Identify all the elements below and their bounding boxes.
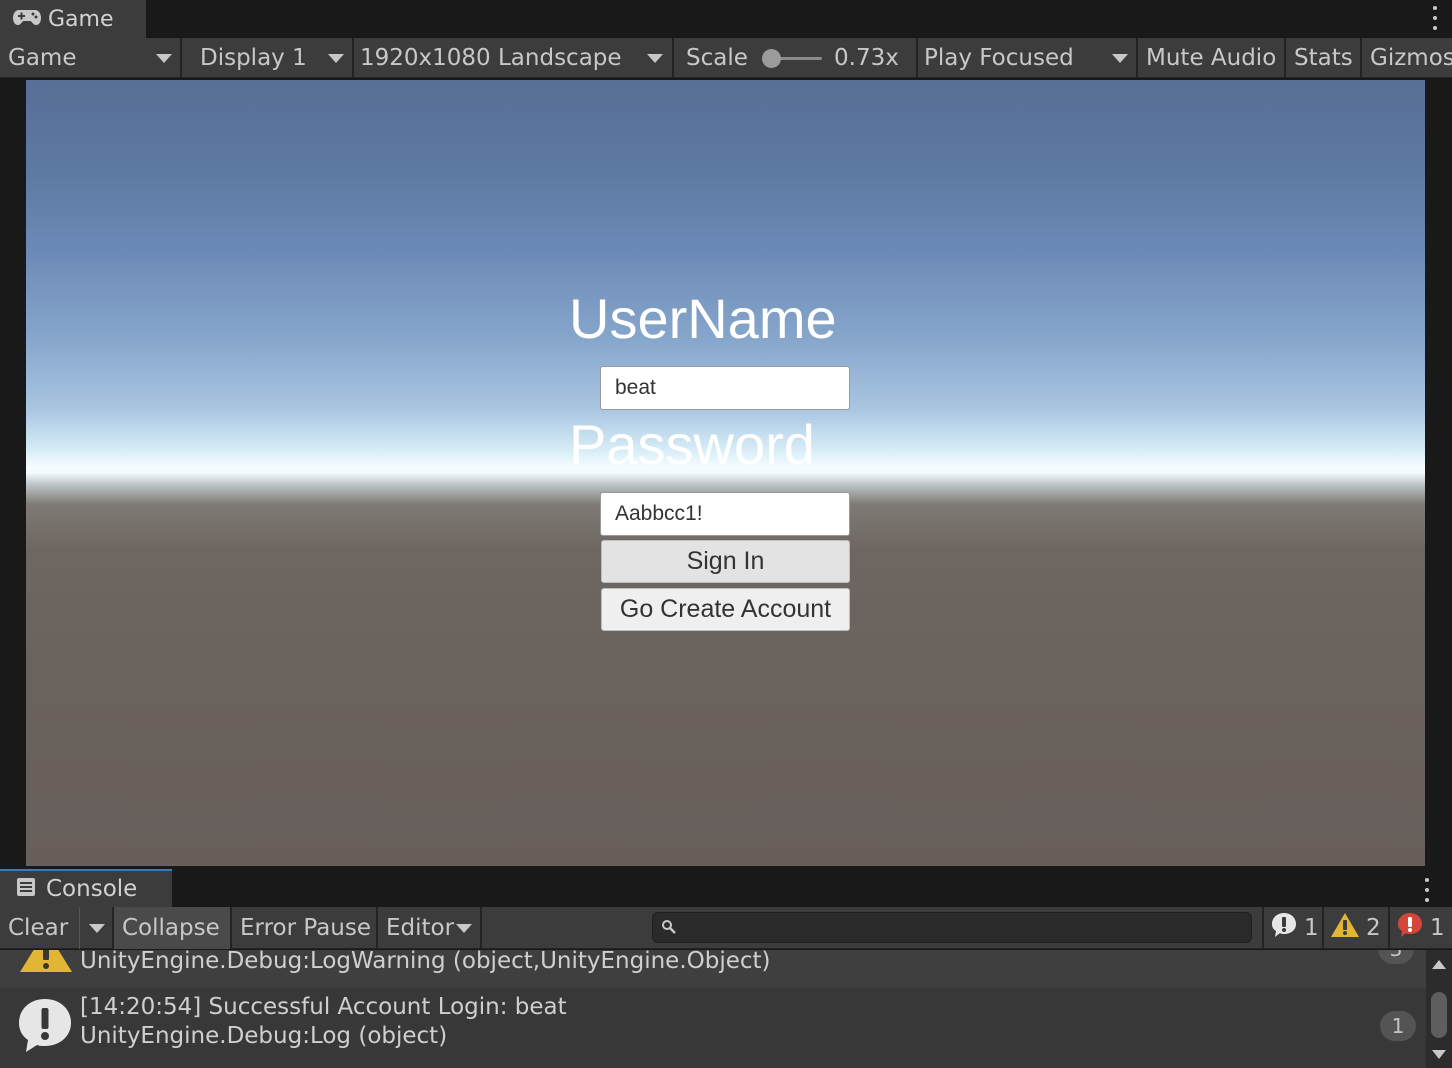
mute-audio-toggle[interactable]: Mute Audio xyxy=(1138,38,1286,78)
chevron-down-icon xyxy=(1112,54,1128,63)
play-mode-label: Play Focused xyxy=(924,45,1074,71)
error-icon xyxy=(1396,911,1424,945)
scale-slider-handle[interactable] xyxy=(762,49,781,68)
tab-console[interactable]: Console xyxy=(0,869,172,907)
chevron-down-icon[interactable] xyxy=(1432,1050,1446,1059)
chevron-down-icon xyxy=(89,924,105,933)
tab-game[interactable]: Game xyxy=(0,0,146,38)
sign-in-button[interactable]: Sign In xyxy=(601,540,850,583)
console-entry-count: 1 xyxy=(1380,1011,1416,1041)
stats-label: Stats xyxy=(1294,45,1353,71)
game-tab-strip: Game xyxy=(0,0,1452,38)
game-viewport[interactable]: UserName beat Password Aabbcc1! Sign In … xyxy=(26,80,1425,866)
gamepad-icon xyxy=(12,8,42,30)
gizmos-label: Gizmos xyxy=(1370,45,1452,71)
log-count: 1 xyxy=(1304,915,1319,941)
console-icon xyxy=(16,877,36,901)
console-entry-text: UnityEngine.Debug:LogWarning (object,Uni… xyxy=(80,950,771,974)
create-account-button[interactable]: Go Create Account xyxy=(601,588,850,631)
password-field[interactable]: Aabbcc1! xyxy=(600,492,850,536)
console-entry[interactable]: UnityEngine.Debug:LogWarning (object,Uni… xyxy=(0,950,1426,988)
more-icon[interactable] xyxy=(1424,878,1430,902)
console-scrollbar[interactable] xyxy=(1426,950,1452,1068)
warning-count-toggle[interactable]: 2 xyxy=(1322,907,1388,949)
error-pause-label: Error Pause xyxy=(240,915,372,941)
gizmos-toggle[interactable]: Gizmos xyxy=(1362,38,1452,78)
console-entry-text: [14:20:54] Successful Account Login: bea… xyxy=(80,994,567,1020)
console-entry-count: 3 xyxy=(1378,950,1414,964)
display-label: Display 1 xyxy=(200,45,307,71)
chevron-up-icon[interactable] xyxy=(1432,960,1446,969)
console-entry-stacktrace: UnityEngine.Debug:Log (object) xyxy=(80,1023,448,1049)
console-log-list[interactable]: UnityEngine.Debug:LogWarning (object,Uni… xyxy=(0,950,1426,1068)
tab-game-label: Game xyxy=(48,6,114,32)
warning-icon xyxy=(1330,911,1360,945)
clear-options-dropdown[interactable] xyxy=(80,907,114,949)
scale-value: 0.73x xyxy=(834,45,899,71)
scrollbar-thumb[interactable] xyxy=(1431,992,1447,1038)
editor-dropdown[interactable]: Editor xyxy=(378,907,482,949)
password-label: Password xyxy=(569,413,815,476)
chevron-down-icon xyxy=(156,54,172,63)
collapse-toggle[interactable]: Collapse xyxy=(114,907,232,949)
view-mode-label: Game xyxy=(8,45,77,71)
mute-audio-label: Mute Audio xyxy=(1146,45,1277,71)
display-dropdown[interactable]: Display 1 xyxy=(182,38,354,78)
resolution-label: 1920x1080 Landscape xyxy=(360,45,622,71)
console-tab-strip: Console xyxy=(0,867,1452,907)
view-mode-dropdown[interactable]: Game xyxy=(0,38,182,78)
tab-console-label: Console xyxy=(46,876,138,902)
log-count-toggle[interactable]: 1 xyxy=(1262,907,1322,949)
warning-count: 2 xyxy=(1366,915,1381,941)
scale-label: Scale xyxy=(686,45,748,71)
clear-label: Clear xyxy=(8,915,69,941)
resolution-dropdown[interactable]: 1920x1080 Landscape xyxy=(354,38,674,78)
more-icon[interactable] xyxy=(1432,6,1438,30)
chevron-down-icon xyxy=(456,924,472,933)
username-label: UserName xyxy=(569,287,837,350)
error-count: 1 xyxy=(1430,915,1445,941)
error-pause-toggle[interactable]: Error Pause xyxy=(232,907,378,949)
info-icon xyxy=(16,996,74,1058)
console-search-input[interactable] xyxy=(652,912,1252,943)
editor-label: Editor xyxy=(386,915,455,941)
chevron-down-icon xyxy=(328,54,344,63)
play-mode-dropdown[interactable]: Play Focused xyxy=(918,38,1138,78)
error-count-toggle[interactable]: 1 xyxy=(1388,907,1452,949)
search-icon xyxy=(661,919,677,939)
clear-button[interactable]: Clear xyxy=(0,907,80,949)
warning-icon xyxy=(18,950,74,978)
username-field[interactable]: beat xyxy=(600,366,850,410)
console-entry[interactable]: [14:20:54] Successful Account Login: bea… xyxy=(0,988,1426,1068)
collapse-label: Collapse xyxy=(122,915,220,941)
info-icon xyxy=(1270,911,1298,945)
game-toolbar: Game Display 1 1920x1080 Landscape Scale… xyxy=(0,38,1452,78)
stats-toggle[interactable]: Stats xyxy=(1286,38,1362,78)
chevron-down-icon xyxy=(647,54,663,63)
